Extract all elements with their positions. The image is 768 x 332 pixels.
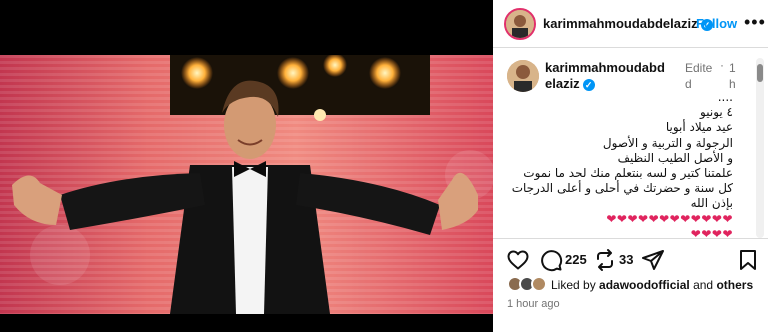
caption-username[interactable]: karimmahmoudabdelaziz ✓ [545,60,670,92]
caption-line: ٤ يونيو [700,105,733,120]
liked-by-others-link[interactable]: others [716,278,753,292]
author-avatar[interactable] [504,8,536,40]
repost-icon[interactable] [593,248,617,272]
caption-text: .... ٤ يونيو عيد ميلاد أبويا الرجولة و ا… [511,90,733,242]
liked-by-user-link[interactable]: adawoodofficial [599,278,690,292]
follow-button[interactable]: Follow [696,16,737,31]
save-bookmark-icon[interactable] [736,248,760,272]
share-icon[interactable] [641,248,665,272]
caption-line: علمتنا كتير و لسه بنتعلم منك لحد ما نموت [523,166,733,181]
repost-arrows-icon [597,249,613,271]
likes-count[interactable]: 225 [565,252,587,267]
caption-username-text[interactable]: karimmahmoudabdelaziz [545,60,665,91]
caption-scrollbar[interactable] [756,58,764,238]
caption-line: و الأصل الطيب النظيف [617,150,733,165]
caption-line: عيد ميلاد أبويا [665,120,733,135]
caption-avatar-image [507,60,539,92]
photo-illustration [0,55,493,314]
caption-timestamp[interactable]: 1h [729,60,739,92]
post-photo[interactable] [0,55,493,314]
author-username[interactable]: karimmahmoudabdelaziz ✓ [543,16,713,31]
comment-icon[interactable] [539,248,563,272]
caption-verified-badge-icon: ✓ [582,78,595,91]
liked-by-row: Liked by adawoodofficial and others [507,276,757,294]
caption-author-avatar[interactable] [507,60,539,92]
liked-by-prefix: Liked by [551,278,596,292]
caption-scrollbar-thumb[interactable] [757,64,763,82]
liked-by-and: and [693,278,714,292]
heart-outline-icon [507,250,529,270]
post-time-ago[interactable]: 1 hour ago [507,298,560,310]
actions-divider [493,238,768,239]
post-details-panel: karimmahmoudabdelaziz ✓ Follow ••• karimm… [493,0,768,332]
edited-label: Edited [685,61,713,91]
caption-line: بإذن الله [690,196,733,211]
bookmark-icon [740,250,756,270]
avatar-image [506,10,534,38]
liked-by-text: Liked by adawoodofficial and others [551,278,753,292]
comment-bubble-icon [541,250,563,272]
post-header: karimmahmoudabdelaziz ✓ Follow ••• [493,0,768,48]
caption-line: كل سنة و حضرتك في أحلى و أعلى الدرجات [511,181,733,196]
author-username-text[interactable]: karimmahmoudabdelaziz [543,16,698,31]
instagram-post-modal: karimmahmoudabdelaziz ✓ Follow ••• karimm… [0,0,768,332]
caption-line: الرجولة و التربية و الأصول [602,135,733,150]
meta-separator: · [720,58,724,72]
comments-count[interactable]: 33 [619,252,633,267]
caption-line: .... [717,90,733,104]
caption-hearts-line: ❤❤❤❤❤❤❤❤❤❤❤❤ [606,211,733,226]
paper-plane-icon [642,250,664,270]
liker-avatar[interactable] [531,276,547,292]
like-heart-icon[interactable] [506,248,530,272]
caption-hearts-line: ❤❤❤❤ [690,226,733,241]
more-options-icon[interactable]: ••• [744,12,766,33]
post-media-area [0,0,493,332]
